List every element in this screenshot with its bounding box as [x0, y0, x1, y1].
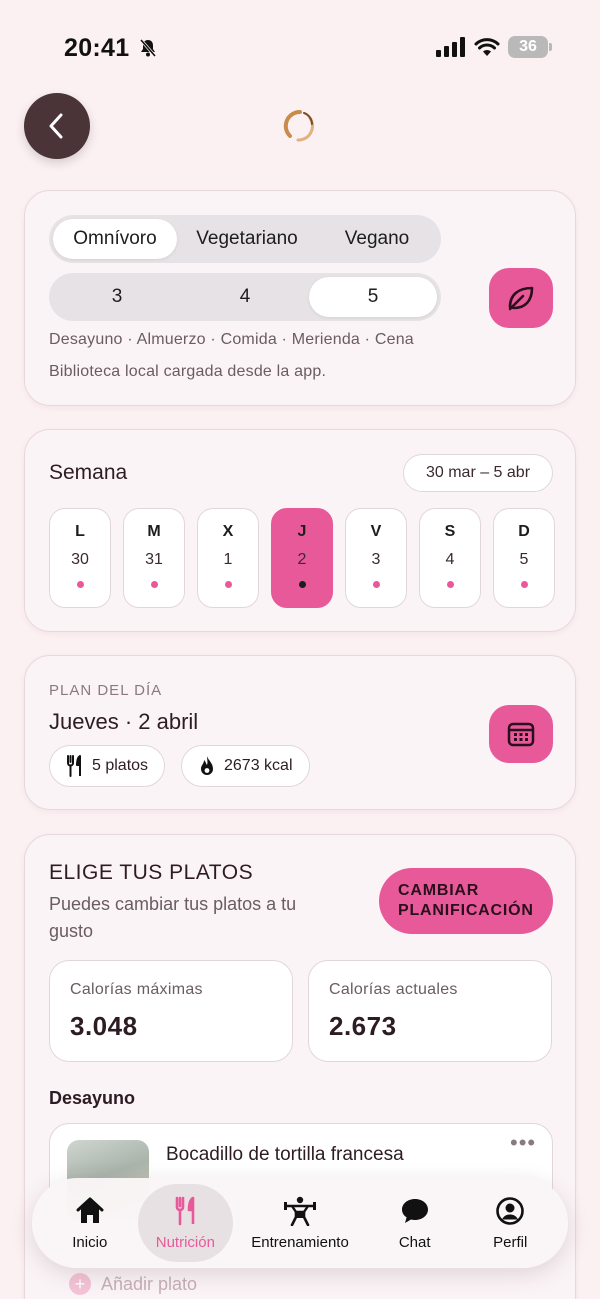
day-number: 4 [445, 551, 455, 568]
day-plan-card: PLAN DEL DÍA Jueves · 2 abril 5 platos 2… [24, 655, 576, 810]
day-button-s[interactable]: S4 [419, 508, 481, 608]
profile-icon [496, 1196, 525, 1225]
plates-count-text: 5 platos [92, 757, 149, 774]
current-calories-value: 2.673 [329, 1011, 397, 1041]
choose-subtitle: Puedes cambiar tus platos a tu gusto [49, 894, 297, 941]
diet-option-vegetariano[interactable]: Vegetariano [177, 219, 317, 259]
day-letter: J [297, 523, 307, 540]
day-number: 3 [371, 551, 381, 568]
day-dot [150, 581, 158, 588]
day-button-d[interactable]: D5 [493, 508, 555, 608]
calendar-button[interactable] [489, 705, 553, 763]
day-letter: M [147, 523, 161, 540]
tab-chat[interactable]: Chat [367, 1184, 463, 1262]
day-button-j[interactable]: J2 [271, 508, 333, 608]
day-letter: V [370, 523, 382, 540]
day-number: 5 [519, 551, 529, 568]
day-dot [446, 581, 454, 588]
day-button-m[interactable]: M 31 [123, 508, 185, 608]
home-icon [76, 1197, 104, 1223]
weightlifting-icon [284, 1196, 317, 1226]
diet-option-vegano[interactable]: Vegano [317, 219, 437, 259]
change-planning-line1: CAMBIAR [398, 882, 480, 899]
day-letter: S [444, 523, 456, 540]
meal-count-option-3[interactable]: 3 [53, 277, 181, 317]
day-button-x[interactable]: X1 [197, 508, 259, 608]
tab-entrenamiento[interactable]: Entrenamiento [233, 1184, 367, 1262]
week-title: Semana [49, 461, 128, 484]
current-calories-card: Calorías actuales 2.673 [308, 960, 552, 1062]
day-button-l[interactable]: L 30 [49, 508, 111, 608]
add-dish-button[interactable]: + Añadir plato [69, 1273, 197, 1295]
week-days: L 30 M 31 X1 J2 V3 S4 D5 [49, 508, 555, 608]
day-letter: D [518, 523, 530, 540]
chat-bubble-icon [401, 1198, 428, 1223]
day-number: 1 [223, 551, 233, 568]
flame-icon [201, 756, 213, 775]
current-calories-label: Calorías actuales [329, 981, 458, 998]
back-button[interactable] [24, 93, 90, 159]
day-dot [298, 581, 306, 588]
tab-perfil[interactable]: Perfil [462, 1184, 558, 1262]
tab-label: Entrenamiento [251, 1233, 349, 1251]
change-planning-button[interactable]: CAMBIAR PLANIFICACIÓN [379, 868, 553, 934]
chevron-left-icon [49, 113, 63, 139]
fork-knife-icon [176, 1196, 195, 1225]
day-dot [372, 581, 380, 588]
day-number: 30 [71, 551, 89, 568]
day-number: 31 [145, 551, 163, 568]
meals-list-text: Desayuno · Almuerzo · Comida · Merienda … [49, 331, 414, 348]
battery-indicator: 36 [508, 36, 552, 58]
diet-option-omnivoro[interactable]: Omnívoro [53, 219, 177, 259]
dish-name: Bocadillo de tortilla francesa [166, 1144, 404, 1165]
day-letter: X [222, 523, 234, 540]
max-calories-card: Calorías máximas 3.048 [49, 960, 293, 1062]
more-options-icon[interactable]: ••• [510, 1130, 536, 1156]
plan-title: Jueves · 2 abril [49, 709, 199, 734]
tab-label: Perfil [493, 1233, 528, 1251]
tab-label: Chat [398, 1233, 431, 1251]
bell-muted-icon [139, 39, 157, 57]
meal-count-option-5[interactable]: 5 [309, 277, 437, 317]
diet-settings-card: Omnívoro Vegetariano Vegano 3 4 5 Desayu… [24, 190, 576, 406]
leaf-icon [508, 286, 534, 311]
wifi-icon [474, 38, 500, 56]
bottom-tab-bar: Inicio Nutrición Entrenamiento Chat Perf… [32, 1178, 568, 1268]
diet-preferences-button[interactable] [489, 268, 553, 328]
status-indicators: 36 [436, 36, 552, 58]
plan-eyebrow: PLAN DEL DÍA [49, 682, 163, 699]
app-logo [283, 109, 314, 142]
fork-knife-icon [67, 755, 81, 777]
plates-count-chip: 5 platos [49, 745, 166, 787]
day-number: 2 [297, 551, 307, 568]
day-letter: L [75, 523, 85, 540]
week-card: Semana 30 mar – 5 abr L 30 M 31 X1 J2 V3 S… [24, 429, 576, 632]
kcal-text: 2673 kcal [224, 757, 293, 774]
meal-count-option-4[interactable]: 4 [181, 277, 309, 317]
day-dot [224, 581, 232, 588]
library-note-text: Biblioteca local cargada desde la app. [49, 363, 327, 380]
tab-label: Inicio [72, 1233, 108, 1251]
tab-inicio[interactable]: Inicio [42, 1184, 138, 1262]
add-dish-label: Añadir plato [101, 1273, 198, 1294]
diet-type-segmented-control: Omnívoro Vegetariano Vegano [49, 215, 441, 263]
day-button-v[interactable]: V3 [345, 508, 407, 608]
day-dot [520, 581, 528, 588]
cellular-signal-icon [436, 37, 465, 57]
status-time: 20:41 [64, 34, 130, 62]
meal-count-segmented-control: 3 4 5 [49, 273, 441, 321]
tab-label: Nutrición [155, 1233, 215, 1251]
tab-nutricion[interactable]: Nutrición [137, 1184, 234, 1262]
plus-icon: + [69, 1273, 91, 1295]
meal-section-title: Desayuno [49, 1088, 136, 1108]
calendar-icon [507, 722, 535, 747]
max-calories-value: 3.048 [70, 1011, 138, 1041]
change-planning-line2: PLANIFICACIÓN [398, 902, 534, 919]
battery-level: 36 [519, 38, 537, 55]
max-calories-label: Calorías máximas [70, 981, 203, 998]
choose-title: ELIGE TUS PLATOS [49, 861, 254, 884]
week-range-pill[interactable]: 30 mar – 5 abr [403, 454, 553, 492]
kcal-chip: 2673 kcal [181, 745, 310, 787]
day-dot [76, 581, 84, 588]
